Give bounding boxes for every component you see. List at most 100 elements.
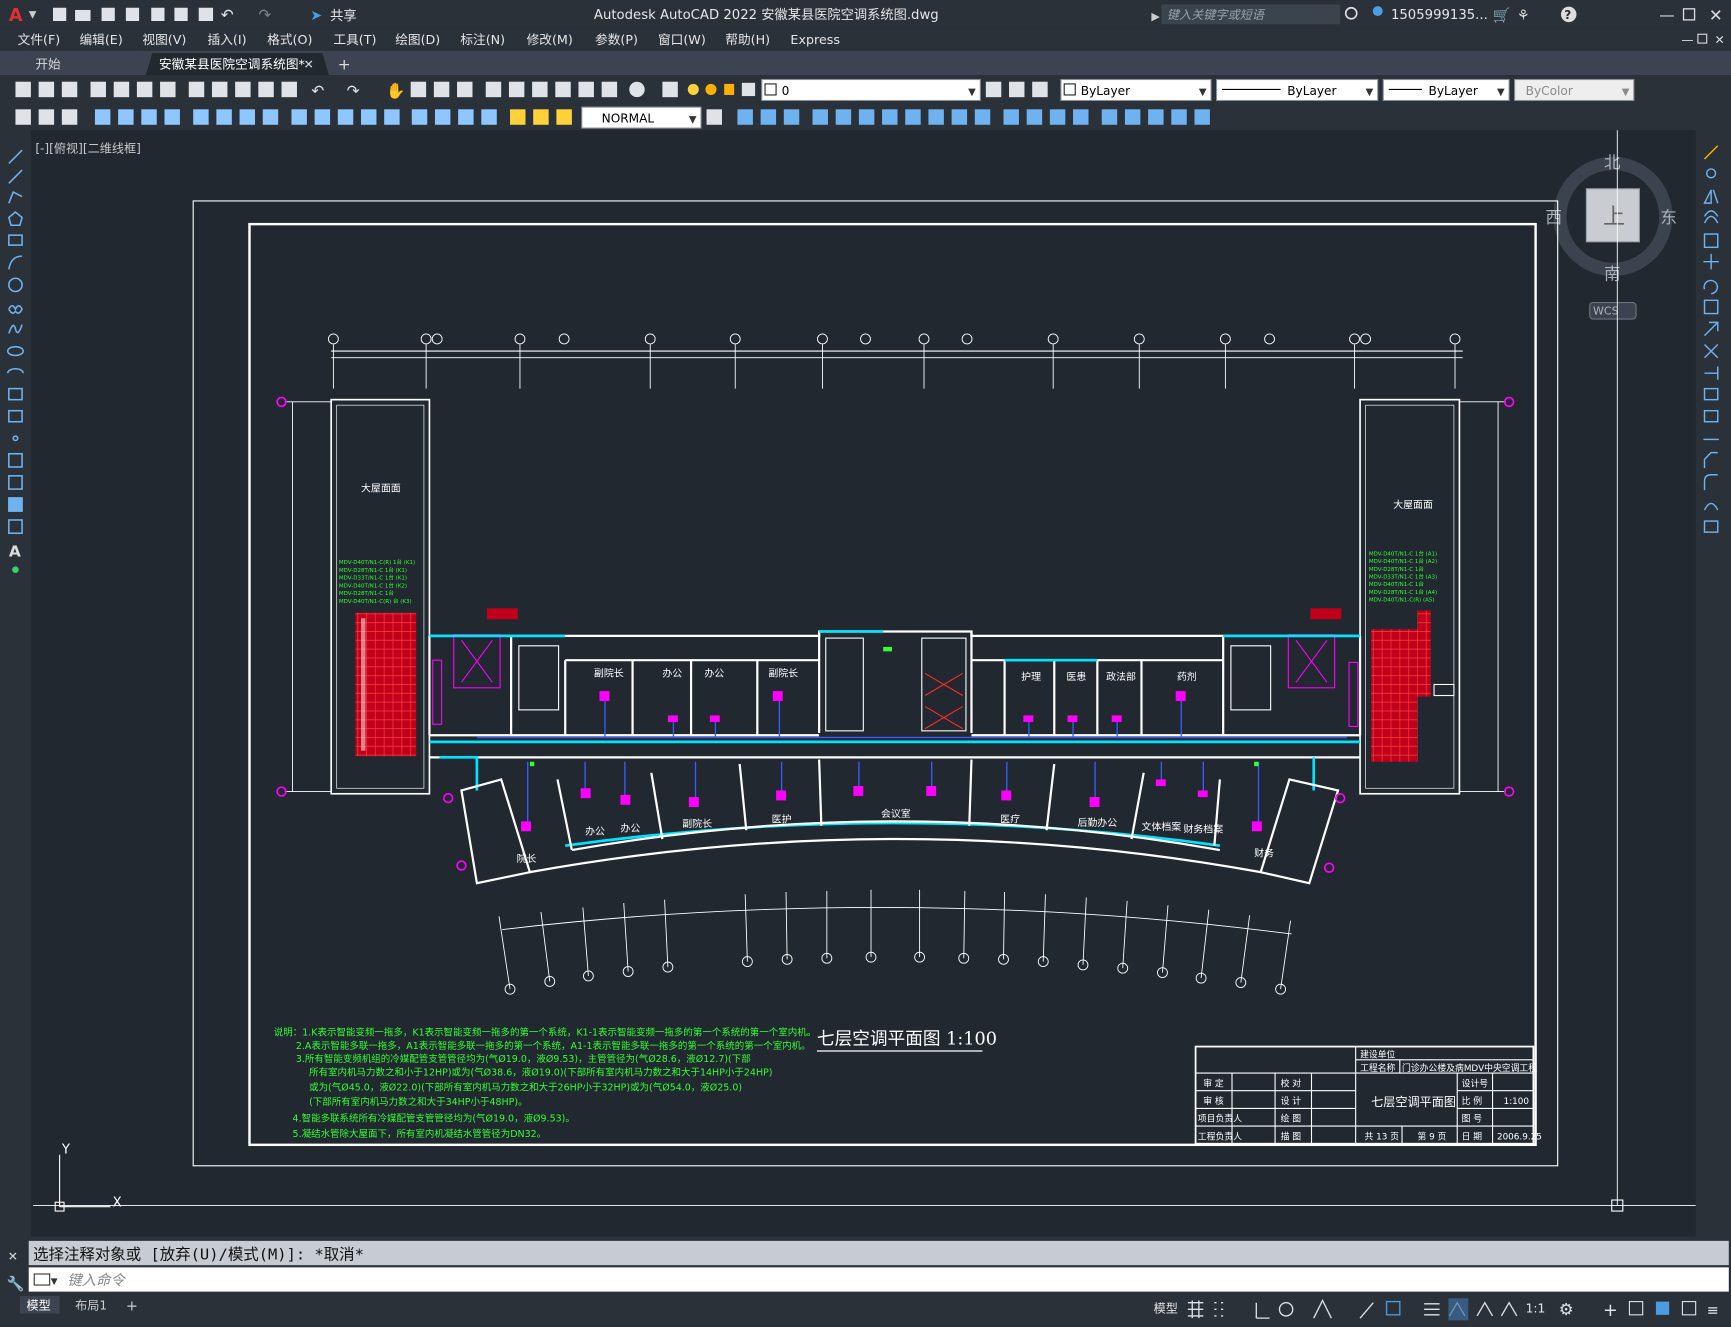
share-icon[interactable]: ➤ [310, 8, 322, 24]
toolbar-copy-obj-icon[interactable] [760, 109, 777, 125]
menu-modify[interactable]: 修改(M) [527, 32, 573, 47]
toolbar-trim-icon[interactable] [951, 109, 968, 125]
viewcube-west[interactable]: 西 [1546, 208, 1563, 227]
toolbar-save-icon[interactable] [61, 81, 78, 98]
toolbar-dimstyle-icon[interactable] [706, 109, 722, 125]
menu-view[interactable]: 视图(V) [142, 32, 186, 47]
annotation-scale[interactable]: 1:1 [1526, 1302, 1546, 1316]
toolbar-calculator-icon[interactable] [601, 81, 618, 98]
toolbar-layer-manager-icon[interactable] [662, 81, 678, 98]
workspace-gear-icon[interactable]: ⚙ [1559, 1300, 1574, 1319]
toolbar-erase-icon[interactable] [737, 109, 753, 125]
menu-express[interactable]: Express [790, 32, 840, 47]
toolbar-continue-icon[interactable] [337, 109, 354, 125]
toolbar-zoom-realtime-icon[interactable] [410, 81, 427, 98]
autodesk-app-icon[interactable]: ⚘ [1517, 8, 1530, 24]
toolbar-redo-icon[interactable]: ↷ [347, 82, 360, 100]
toolbar-array-icon[interactable] [835, 109, 852, 125]
toolbar-copy-icon[interactable] [211, 81, 228, 98]
toolbar-pan-icon[interactable]: ✋ [386, 81, 405, 100]
app-logo[interactable]: A [9, 6, 23, 26]
draw-region-icon[interactable] [8, 497, 23, 512]
plot-icon[interactable] [198, 7, 214, 21]
toolbar-edit-hatch-icon[interactable] [1171, 109, 1187, 125]
make-current-layer-icon[interactable] [985, 81, 1002, 98]
toolbar-zoom-prev-icon[interactable] [457, 81, 473, 98]
toolbar-tolerance-icon[interactable] [411, 109, 428, 125]
menu-parametric[interactable]: 参数(P) [595, 32, 638, 47]
toolbar-dim-ordinate-icon[interactable] [164, 109, 180, 125]
command-recent-chevron-icon[interactable]: ▼ [51, 1277, 58, 1287]
toolbar-dim-diameter-icon[interactable] [239, 109, 256, 125]
layer-states-icon[interactable] [1032, 81, 1048, 98]
toolbar-extend-icon[interactable] [974, 109, 991, 125]
command-input[interactable] [28, 1267, 1729, 1292]
add-layout-icon[interactable]: + [126, 1298, 138, 1314]
viewcube-north[interactable]: 北 [1604, 153, 1621, 172]
doc-close-icon[interactable]: ✕ [1714, 33, 1724, 47]
user-name[interactable]: 1505999135... [1391, 8, 1488, 23]
toolbar-palettes-icon[interactable] [532, 81, 548, 98]
cart-icon[interactable]: 🛒 [1493, 6, 1511, 24]
toolbar-dim-angular-icon[interactable] [262, 109, 279, 125]
toolbar-block-edit-icon[interactable] [15, 109, 31, 125]
draw-mtext-icon[interactable]: A [9, 542, 21, 560]
toolbar-mirror-icon[interactable] [783, 109, 800, 125]
toolbar-dim-aligned-icon[interactable] [118, 109, 134, 125]
toolbar-dim-text-edit-icon[interactable] [533, 109, 549, 125]
toolbar-new-icon[interactable] [15, 81, 31, 98]
toolbar-baseline-icon[interactable] [314, 109, 331, 125]
tab-close-icon[interactable]: ✕ [304, 57, 314, 71]
menu-help[interactable]: 帮助(H) [725, 32, 770, 47]
menu-window[interactable]: 窗口(W) [658, 32, 706, 47]
toolbar-stretch-icon[interactable] [928, 109, 944, 125]
toolbar-edit-array-icon[interactable] [1194, 109, 1210, 125]
toolbar-rotate-icon[interactable] [882, 109, 898, 125]
menu-insert[interactable]: 插入(I) [208, 32, 247, 47]
viewcube[interactable]: 上 北 南 东 西 WCS [1546, 153, 1677, 320]
toolbar-plot-icon[interactable] [90, 81, 106, 98]
hardware-accel-icon[interactable] [1655, 1301, 1670, 1315]
toolbar-offset-icon[interactable] [812, 109, 828, 125]
menu-file[interactable]: 文件(F) [18, 32, 61, 47]
toolbar-fillet-icon[interactable] [1073, 109, 1089, 125]
app-menu-chevron-icon[interactable]: ▼ [29, 10, 37, 21]
toolbar-design-center-icon[interactable] [508, 81, 525, 98]
viewcube-east[interactable]: 东 [1660, 208, 1677, 227]
redo-icon[interactable]: ↷ [258, 6, 271, 24]
layer-lock-icon[interactable] [724, 83, 735, 95]
new-tab-icon[interactable]: + [338, 56, 351, 74]
toolbar-dim-edit-icon[interactable] [510, 109, 526, 125]
layer-freeze-icon[interactable] [705, 83, 717, 95]
toolbar-cut-icon[interactable] [188, 81, 205, 98]
open-file-icon[interactable] [75, 9, 91, 21]
toolbar-jogged-linear-icon[interactable] [481, 109, 497, 125]
toolbar-block-icon[interactable] [281, 81, 297, 98]
menu-tools[interactable]: 工具(T) [333, 32, 376, 47]
annotation-monitor-toggle[interactable] [1448, 1298, 1469, 1321]
toolbar-dim-arc-icon[interactable] [141, 109, 157, 125]
toolbar-preview-icon[interactable] [113, 81, 130, 98]
menu-edit[interactable]: 编辑(E) [79, 32, 122, 47]
toolbar-publish-icon[interactable] [136, 81, 153, 98]
toolbar-join-icon[interactable] [1026, 109, 1043, 125]
menu-dimension[interactable]: 标注(N) [460, 32, 505, 47]
toolbar-sheetset-icon[interactable] [555, 81, 571, 98]
toolbar-markup-icon[interactable] [578, 81, 594, 98]
undo-icon[interactable]: ↶ [221, 6, 234, 24]
toolbar-dim-linear-icon[interactable] [94, 109, 111, 125]
toolbar-edit-poly-icon[interactable] [1124, 109, 1141, 125]
new-file-icon[interactable] [52, 7, 67, 21]
viewcube-south[interactable]: 南 [1604, 264, 1621, 283]
minimize-icon[interactable]: — [1659, 6, 1674, 24]
toolbar-help-icon[interactable] [629, 81, 645, 98]
add-selected-icon[interactable] [12, 566, 19, 573]
toolbar-break-icon[interactable] [384, 109, 400, 125]
toolbar-move-icon[interactable] [858, 109, 875, 125]
toolbar-explode-icon[interactable] [1101, 109, 1118, 125]
toolbar-attribute-icon[interactable] [38, 109, 55, 125]
toolbar-paste-icon[interactable] [235, 81, 251, 98]
toolbar-inspect-icon[interactable] [458, 109, 474, 125]
save-icon[interactable] [101, 7, 115, 21]
customize-status-icon[interactable]: ≡ [1707, 1303, 1719, 1319]
